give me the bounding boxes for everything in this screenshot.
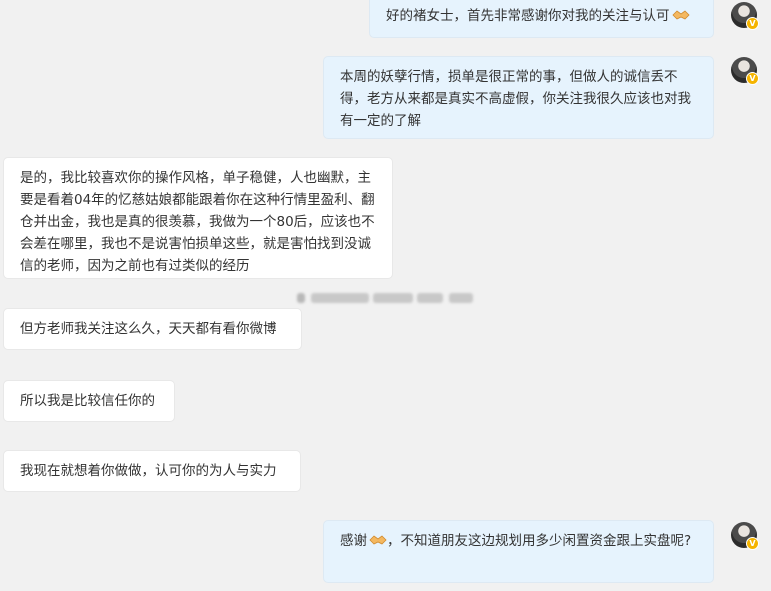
chat-conversation: 好的褚女士，首先非常感谢你对我的关注与认可 V 本周的妖孽行情，损单是很正常的事…: [0, 0, 771, 591]
message-bubble-outgoing[interactable]: 本周的妖孽行情，损单是很正常的事，但做人的诚信丢不得，老方从来都是真实不高虚假，…: [323, 56, 714, 139]
redacted-text: [297, 290, 477, 306]
verified-badge-icon: V: [746, 17, 759, 30]
message-bubble-outgoing[interactable]: 好的褚女士，首先非常感谢你对我的关注与认可: [369, 0, 714, 38]
handshake-emoji: [671, 10, 690, 20]
sender-avatar[interactable]: V: [731, 2, 759, 30]
sender-avatar[interactable]: V: [731, 522, 759, 550]
message-text: 但方老师我关注这么久，天天都有看你微博: [20, 321, 277, 337]
verified-badge-icon: V: [746, 72, 759, 85]
message-bubble-outgoing[interactable]: 感谢 ，不知道朋友这边规划用多少闲置资金跟上实盘呢?: [323, 520, 714, 583]
sender-avatar[interactable]: V: [731, 57, 759, 85]
message-text: 所以我是比较信任你的: [20, 393, 155, 409]
message-text: 感谢: [340, 533, 367, 549]
message-bubble-incoming[interactable]: 但方老师我关注这么久，天天都有看你微博: [3, 308, 302, 350]
handshake-emoji: [369, 535, 387, 545]
message-bubble-incoming[interactable]: 所以我是比较信任你的: [3, 380, 175, 422]
verified-badge-icon: V: [746, 537, 759, 550]
message-bubble-incoming[interactable]: 我现在就想着你做做，认可你的为人与实力: [3, 450, 301, 492]
message-text: 本周的妖孽行情，损单是很正常的事，但做人的诚信丢不得，老方从来都是真实不高虚假，…: [340, 69, 691, 129]
message-text: ，不知道朋友这边规划用多少闲置资金跟上实盘呢?: [387, 533, 692, 549]
message-text: 是的，我比较喜欢你的操作风格，单子稳健，人也幽默，主要是看着04年的忆慈姑娘都能…: [20, 170, 375, 274]
message-text: 好的褚女士，首先非常感谢你对我的关注与认可: [386, 8, 670, 24]
message-bubble-incoming[interactable]: 是的，我比较喜欢你的操作风格，单子稳健，人也幽默，主要是看着04年的忆慈姑娘都能…: [3, 157, 393, 279]
message-text: 我现在就想着你做做，认可你的为人与实力: [20, 463, 277, 479]
